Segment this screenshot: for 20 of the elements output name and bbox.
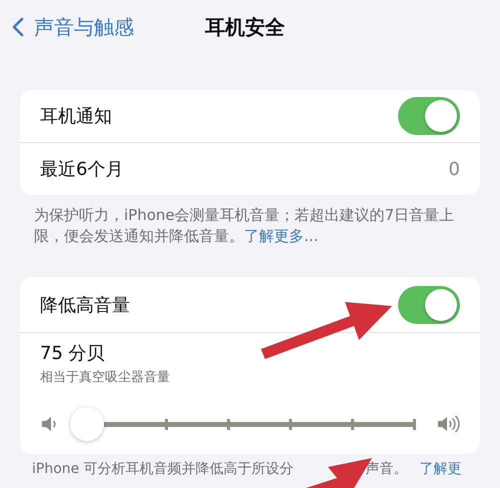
- volume-slider[interactable]: [70, 406, 414, 442]
- learn-more-link[interactable]: 了解更: [420, 460, 462, 478]
- back-button[interactable]: 声音与触感: [12, 14, 134, 40]
- row-value: 0: [448, 158, 460, 180]
- page-title: 耳机安全: [205, 14, 285, 40]
- volume-high-icon: [436, 414, 460, 434]
- learn-more-link[interactable]: 了解更多...: [244, 227, 318, 245]
- slider-thumb[interactable]: [70, 407, 104, 441]
- row-label: 降低高音量: [40, 294, 130, 316]
- footer-note: 为保护听力，iPhone会测量耳机音量；若超出建议的7日音量上限，便会发送通知并降低音量。了解更多...: [34, 205, 456, 247]
- row-label: 耳机通知: [40, 105, 112, 128]
- toggle-switch[interactable]: [398, 286, 460, 324]
- level-subtitle: 相当于真空吸尘器音量: [40, 369, 171, 386]
- footer-note: iPhone 可分析耳机音频并降低高于所设分: [32, 460, 294, 478]
- footer-note: 声音。: [366, 460, 408, 478]
- toggle-switch[interactable]: [398, 97, 460, 135]
- back-chevron-icon: [12, 17, 24, 37]
- row-label: 最近6个月: [40, 158, 124, 181]
- level-title: 75 分贝: [40, 343, 106, 365]
- volume-low-icon: [40, 414, 58, 434]
